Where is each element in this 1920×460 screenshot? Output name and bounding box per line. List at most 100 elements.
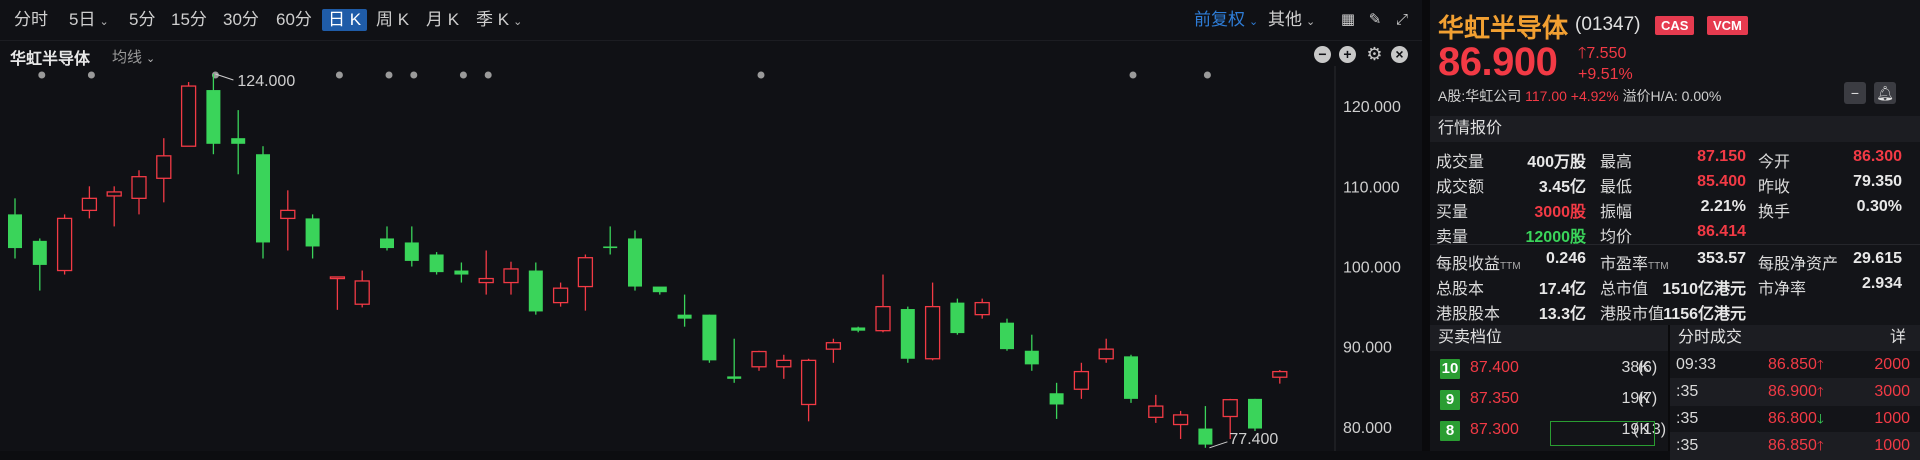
period-tab-0[interactable]: 分时 <box>8 9 54 31</box>
candle-body[interactable] <box>1272 370 1288 378</box>
candle-body[interactable] <box>180 85 197 147</box>
candle-body[interactable] <box>851 327 866 331</box>
candle-body[interactable] <box>1222 399 1238 418</box>
candlestick-chart[interactable]: 120.000 110.000 100.000 90.000 80.000 124.000… <box>0 66 1422 451</box>
event-marker[interactable] <box>459 71 467 79</box>
tick-time: :35 <box>1676 437 1699 454</box>
event-marker[interactable] <box>757 71 765 79</box>
period-tab-4[interactable]: 30分 <box>217 9 265 31</box>
period-tab-5[interactable]: 60分 <box>270 9 318 31</box>
candle-body[interactable] <box>1198 428 1213 445</box>
event-marker[interactable] <box>1129 71 1137 79</box>
orderbook-price[interactable]: 87.300 <box>1470 421 1519 439</box>
badge-cas[interactable]: CAS <box>1655 16 1695 35</box>
candle-body[interactable] <box>131 176 147 199</box>
period-tab-8[interactable]: 月 K <box>420 9 465 31</box>
candle-body[interactable] <box>1073 370 1090 390</box>
tick-row[interactable]: :35 86.900🡑 3000 <box>1670 378 1920 406</box>
candle-body[interactable] <box>56 217 73 272</box>
candle-body[interactable] <box>628 238 642 287</box>
candle-body[interactable] <box>256 154 270 243</box>
candlestick-svg[interactable]: 120.000 110.000 100.000 90.000 80.000 124.000… <box>0 66 1422 451</box>
candle-body[interactable] <box>1024 350 1039 365</box>
orderbook-price[interactable]: 87.400 <box>1470 359 1519 377</box>
candle-body[interactable] <box>924 305 941 360</box>
zoom-in-icon[interactable]: + <box>1339 46 1356 63</box>
candle-body[interactable] <box>1172 414 1189 426</box>
candle-body[interactable] <box>478 277 494 284</box>
event-marker[interactable] <box>335 71 343 79</box>
candle-body[interactable] <box>974 301 990 316</box>
candle-body[interactable] <box>800 359 817 406</box>
candle-body[interactable] <box>875 305 891 332</box>
tick-row[interactable]: :35 86.850🡑 1000 <box>1670 432 1920 460</box>
candle-body[interactable] <box>677 314 692 319</box>
close-icon[interactable]: × <box>1391 46 1408 63</box>
candle-body[interactable] <box>603 246 618 249</box>
grid-icon[interactable]: ▦ <box>1340 12 1356 28</box>
period-tab-6[interactable]: 日 K <box>322 9 368 31</box>
tick-row[interactable]: :35 86.800🡓 1000 <box>1670 405 1920 433</box>
period-tab-2[interactable]: 5分 <box>123 9 161 31</box>
candle-body[interactable] <box>1000 322 1014 350</box>
candle-body[interactable] <box>81 197 98 212</box>
candle-body[interactable] <box>1148 405 1164 418</box>
candle-body[interactable] <box>8 214 22 249</box>
candle-body[interactable] <box>354 280 370 305</box>
event-marker[interactable] <box>385 71 393 79</box>
candle-body[interactable] <box>429 254 444 273</box>
event-marker[interactable] <box>38 71 46 79</box>
period-tab-7[interactable]: 周 K <box>370 9 415 31</box>
candle-body[interactable] <box>329 276 346 280</box>
orderbook-price[interactable]: 87.350 <box>1470 390 1519 408</box>
candle-body[interactable] <box>156 155 172 179</box>
draw-pen-icon[interactable]: ✎ <box>1367 12 1383 28</box>
tick-row[interactable]: 09:33 86.850🡑 2000 <box>1670 351 1920 379</box>
candle-body[interactable] <box>900 309 915 359</box>
candle-body[interactable] <box>454 270 469 275</box>
candle-body[interactable] <box>404 242 419 261</box>
market-label: 振幅 <box>1600 204 1633 221</box>
other-dropdown[interactable]: 其他 ⌄ <box>1262 9 1321 31</box>
badge-vcm[interactable]: VCM <box>1707 16 1748 35</box>
candle-body[interactable] <box>776 359 792 368</box>
period-tab-3[interactable]: 15分 <box>165 9 213 31</box>
candle-body[interactable] <box>528 270 543 312</box>
zoom-out-icon[interactable]: − <box>1314 46 1331 63</box>
period-tab-9[interactable]: 季 K ⌄ <box>470 9 528 31</box>
event-marker[interactable] <box>1203 71 1211 79</box>
candle-body[interactable] <box>552 287 569 304</box>
candle-body[interactable] <box>1124 356 1138 399</box>
candle-body[interactable] <box>280 209 296 220</box>
adjust-dropdown[interactable]: 前复权 ⌄ <box>1188 9 1264 31</box>
candle-body[interactable] <box>652 286 667 293</box>
candle-body[interactable] <box>380 238 394 249</box>
candle-body[interactable] <box>1049 393 1064 405</box>
candle-body[interactable] <box>305 218 320 247</box>
settings-icon[interactable]: ⚙ <box>1366 45 1383 63</box>
candle-body[interactable] <box>206 90 221 144</box>
candle-body[interactable] <box>503 268 519 284</box>
candle-body[interactable] <box>106 191 122 197</box>
period-tab-1[interactable]: 5日 ⌄ <box>63 9 115 31</box>
ticks-detail-link[interactable]: 详 <box>1890 325 1906 351</box>
a-share-info[interactable]: A股:华虹公司 117.00 +4.92% 溢价H/A: 0.00% <box>1438 86 1721 106</box>
candle-body[interactable] <box>751 350 767 368</box>
candle-body[interactable] <box>825 342 842 350</box>
ma-dropdown[interactable]: 均线 ⌄ <box>112 46 155 67</box>
event-marker[interactable] <box>484 71 492 79</box>
candle-body[interactable] <box>577 257 594 288</box>
event-marker[interactable] <box>410 71 418 79</box>
candle-body[interactable] <box>1098 348 1114 360</box>
candle-body[interactable] <box>727 376 742 379</box>
event-marker[interactable] <box>87 71 95 79</box>
panel-divider[interactable] <box>1422 0 1430 451</box>
fullscreen-icon[interactable]: ⤢ <box>1394 12 1410 28</box>
minus-icon[interactable]: − <box>1844 82 1866 104</box>
candle-body[interactable] <box>702 314 717 361</box>
candle-body[interactable] <box>1248 398 1262 429</box>
bell-icon[interactable]: 🔔︎ <box>1874 82 1896 104</box>
candle-body[interactable] <box>231 138 246 144</box>
candle-body[interactable] <box>950 302 965 334</box>
candle-body[interactable] <box>32 240 47 265</box>
